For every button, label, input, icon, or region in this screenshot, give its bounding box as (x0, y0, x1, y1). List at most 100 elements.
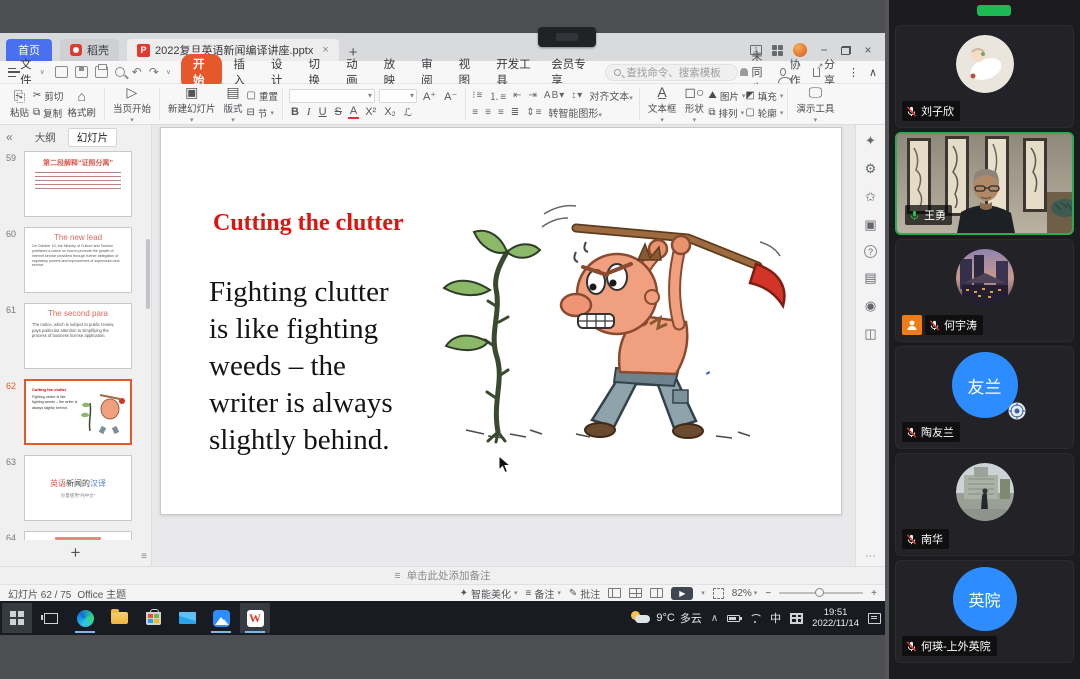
thumbnail-61[interactable]: 61 The second para The notice, which is … (0, 303, 151, 379)
battery-icon[interactable] (727, 615, 740, 622)
preview-icon[interactable] (115, 67, 125, 77)
sort-icon[interactable]: ↕▾ (571, 90, 583, 101)
meeting-status-indicator[interactable] (977, 5, 1011, 16)
redo-icon[interactable]: ↷ (149, 65, 159, 79)
highlight-icon[interactable]: ℒ (402, 106, 414, 119)
beautify-button[interactable]: ✦ 智能美化▾ (460, 586, 518, 601)
panel-resize-handle[interactable]: ≡ (141, 551, 147, 562)
theme-name[interactable]: Office 主题 (77, 586, 126, 601)
zoom-slider[interactable] (779, 592, 863, 594)
seal-icon[interactable]: ◉ (865, 298, 876, 314)
design-ideas-icon[interactable]: ✩ (865, 189, 876, 205)
font-decrease-icon[interactable]: A⁻ (442, 90, 459, 103)
picture-edit-icon[interactable]: ▤ (864, 270, 876, 286)
strikethrough-icon[interactable]: S (333, 106, 344, 118)
keyboard-layout-icon[interactable] (790, 613, 803, 624)
slide-editor[interactable]: Cutting the clutter Fighting clutter is … (152, 125, 855, 566)
ime-indicator[interactable]: 中 (770, 610, 781, 626)
tab-docer[interactable]: 稻壳 (60, 39, 119, 61)
tray-expand-icon[interactable]: ∧ (711, 613, 718, 624)
indent-more-icon[interactable]: ⇥ (529, 90, 538, 101)
participant-tile-6[interactable]: 英院 何瑛-上外英院 (895, 560, 1074, 663)
italic-icon[interactable]: I (305, 106, 313, 118)
new-doc-icon[interactable] (55, 66, 68, 78)
tab-slides[interactable]: 幻灯片 (68, 128, 118, 147)
shape-button[interactable]: ◻○形状▾ (680, 85, 708, 124)
taskbar-store[interactable] (138, 603, 168, 633)
participant-tile-3[interactable]: 何宇涛 (895, 239, 1074, 342)
bold-icon[interactable]: B (289, 106, 301, 118)
text-box-button[interactable]: A̲文本框▾ (644, 85, 681, 124)
section-button[interactable]: ⊟节▾ (246, 106, 277, 120)
more-menu-icon[interactable]: ⋮ (848, 66, 859, 79)
taskbar-clock[interactable]: 19:51 2022/11/14 (812, 607, 859, 629)
indent-less-icon[interactable]: ⇤ (513, 90, 522, 101)
reading-view-button[interactable] (650, 588, 663, 598)
format-painter-button[interactable]: ⌂格式刷 (63, 89, 100, 119)
cartoon-weed-fighter-image[interactable] (426, 194, 816, 444)
zoom-slider-knob[interactable] (815, 588, 824, 597)
taskbar-edge[interactable] (70, 603, 100, 633)
undo-icon[interactable]: ↶ (132, 65, 142, 79)
tab-outline[interactable]: 大纲 (29, 129, 62, 146)
more-tools-icon[interactable]: ··· (865, 550, 876, 562)
meeting-floating-bar[interactable] (538, 27, 596, 47)
participant-tile-4[interactable]: 友兰 陶友兰 (895, 346, 1074, 449)
justify-icon[interactable]: ≣ (511, 107, 520, 118)
numbering-icon[interactable]: ⒈≡ (489, 88, 507, 103)
weather-widget[interactable]: 9°C 多云 (631, 610, 701, 626)
play-from-page-button[interactable]: ▷当页开始▾ (109, 85, 155, 124)
paste-button[interactable]: ⎘粘贴 (6, 89, 33, 119)
mindmap-icon[interactable]: ▣ (864, 217, 876, 233)
font-size-select[interactable] (379, 89, 417, 103)
beautify-icon[interactable]: ✦ (865, 133, 876, 149)
text-direction-icon[interactable]: AB▾ (544, 90, 565, 101)
bullets-icon[interactable]: ⁝≡ (472, 90, 483, 101)
wifi-icon[interactable] (749, 614, 761, 623)
taskbar-file-explorer[interactable] (104, 603, 134, 633)
outline-button[interactable]: ▢轮廓▾ (745, 106, 783, 120)
smart-graphic-button[interactable]: 转智能图形▾ (548, 105, 602, 120)
slide-body-text[interactable]: Fighting clutter is like fighting weeds … (209, 274, 393, 459)
underline-icon[interactable]: U (317, 106, 329, 118)
participant-tile-2-active-speaker[interactable]: 王勇 (895, 132, 1074, 235)
thumbnail-62-selected[interactable]: 62 Cutting the clutter Fighting clutter … (0, 379, 151, 455)
slideshow-play-button[interactable]: ▶ (671, 587, 693, 600)
align-center-icon[interactable]: ≡ (485, 107, 492, 118)
reading-layout-icon[interactable]: ◫ (864, 326, 876, 342)
line-spacing-icon[interactable]: ⇕≡ (526, 107, 542, 118)
fill-button[interactable]: ◩填充▾ (745, 89, 783, 103)
panel-collapse-icon[interactable]: « (6, 130, 13, 144)
properties-icon[interactable]: ⚙ (865, 161, 877, 177)
quickbar-dropdown-icon[interactable]: ∨ (166, 68, 171, 76)
fit-slide-icon[interactable] (713, 588, 724, 599)
print-icon[interactable] (95, 66, 108, 78)
new-slide-button[interactable]: ▣新建幻灯片▾ (164, 85, 220, 124)
notes-bar[interactable]: ≡ 单击此处添加备注 (0, 566, 885, 584)
zoom-in-button[interactable]: + (871, 588, 877, 599)
picture-button[interactable]: ⛰图片▾ (708, 89, 745, 103)
save-icon[interactable] (75, 66, 88, 78)
comment-button[interactable]: ✎ 批注 (569, 586, 600, 601)
taskbar-meeting-app[interactable] (206, 603, 236, 633)
zoom-level[interactable]: 82%▾ (732, 588, 758, 599)
command-search-input[interactable]: 查找命令、搜索模板 (605, 64, 737, 81)
participant-tile-1[interactable]: 刘子欣 (895, 25, 1074, 128)
slide-title[interactable]: Cutting the clutter (213, 210, 404, 237)
copy-button[interactable]: ⧉复制 (33, 106, 63, 120)
collapse-ribbon-icon[interactable]: ∧ (869, 66, 877, 79)
add-slide-button[interactable]: + (71, 543, 81, 563)
present-tools-button[interactable]: 🖵演示工具▾ (792, 85, 838, 124)
reset-button[interactable]: ▢重置 (246, 89, 277, 103)
align-right-icon[interactable]: ≡ (498, 107, 505, 118)
taskbar-mail[interactable] (172, 603, 202, 633)
align-text-button[interactable]: 对齐文本▾ (589, 88, 633, 103)
thumbnail-60[interactable]: 60 The new lead On October 10, the Minis… (0, 227, 151, 303)
panel-scrollbar[interactable] (146, 239, 150, 309)
taskbar-wps[interactable]: W (240, 603, 270, 633)
participant-tile-5[interactable]: 南华 (895, 453, 1074, 556)
slide-sorter-button[interactable] (629, 588, 642, 598)
align-left-icon[interactable]: ≡ (472, 107, 479, 118)
normal-view-button[interactable] (608, 588, 621, 598)
notes-button[interactable]: ≡ 备注▾ (526, 586, 561, 601)
